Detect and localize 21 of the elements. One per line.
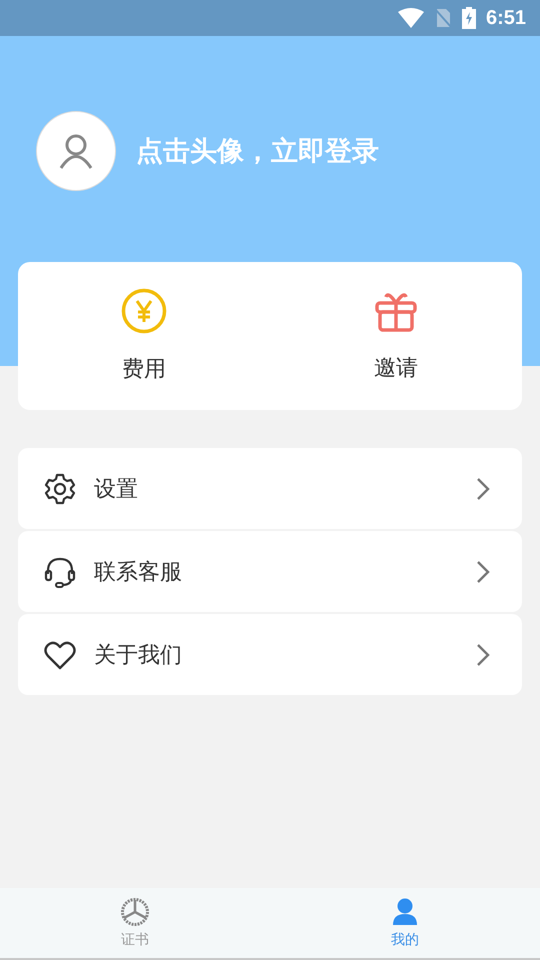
coin-icon (121, 288, 167, 334)
battery-icon (462, 7, 476, 29)
menu-label: 关于我们 (94, 642, 183, 670)
menu-label: 联系客服 (94, 558, 183, 586)
menu-item[interactable]: 设置 (18, 448, 522, 529)
headset-icon (44, 556, 76, 588)
settings-icon (44, 472, 76, 504)
menu-item[interactable]: 联系客服 (18, 531, 522, 612)
quick-action-button[interactable]: 邀请 (270, 262, 522, 410)
chevron-right-icon (476, 560, 490, 584)
heart-icon (44, 638, 76, 670)
person-icon (58, 133, 94, 169)
chevron-right-icon (476, 642, 490, 666)
wheel-icon (120, 897, 150, 927)
wifi-icon (398, 8, 424, 28)
chevron-right-icon (476, 476, 490, 500)
menu-item[interactable]: 关于我们 (18, 614, 522, 695)
person-icon (390, 897, 420, 927)
menu-label: 设置 (94, 476, 139, 504)
quick-action-button[interactable]: 费用 (18, 262, 270, 410)
clock-time: 6:51 (486, 6, 526, 30)
